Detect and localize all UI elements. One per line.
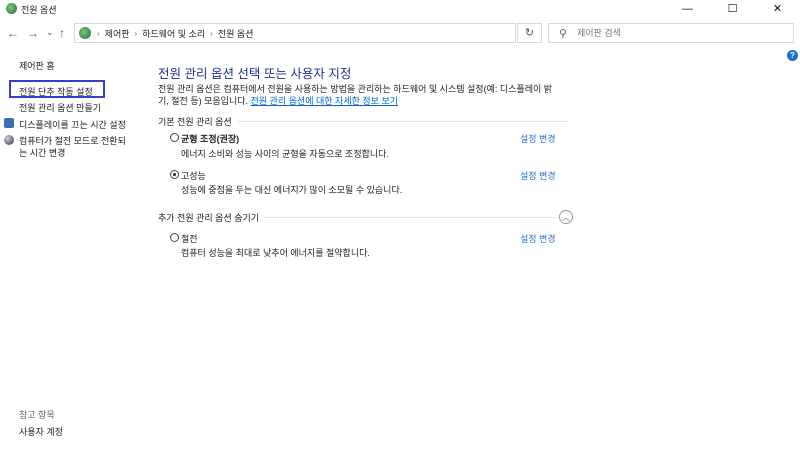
chevron-up-icon[interactable]: ︿: [559, 210, 573, 224]
group-label: 추가 전원 관리 옵션 숨기기: [158, 213, 260, 223]
chevron-right-icon: ›: [210, 28, 213, 38]
recent-locations-button[interactable]: ⌄: [46, 27, 54, 38]
basic-plans-header: 기본 전원 관리 옵션: [158, 115, 568, 128]
more-info-link[interactable]: 전원 관리 옵션에 대한 자세한 정보 보기: [251, 96, 398, 106]
chevron-right-icon: ›: [134, 28, 138, 38]
group-label: 기본 전원 관리 옵션: [158, 117, 232, 127]
radio-power-saver[interactable]: [170, 233, 179, 242]
sleep-moon-icon: [4, 135, 14, 145]
chevron-right-icon: ›: [97, 28, 100, 38]
plan-balanced-desc: 에너지 소비와 성능 사이의 균형을 자동으로 조정합니다.: [181, 149, 389, 159]
power-options-icon: [6, 3, 17, 14]
breadcrumb-hardware-sound[interactable]: 하드웨어 및 소리: [142, 27, 205, 40]
sidebar-power-button-settings[interactable]: 전원 단추 작동 설정: [19, 85, 93, 98]
close-button[interactable]: ✕: [755, 0, 800, 18]
sidebar-create-power-plan[interactable]: 전원 관리 옵션 만들기: [19, 101, 101, 114]
user-accounts-link[interactable]: 사용자 계정: [19, 425, 63, 438]
radio-balanced[interactable]: [170, 133, 179, 142]
extra-plans-header[interactable]: 추가 전원 관리 옵션 숨기기: [158, 211, 556, 224]
forward-button[interactable]: →: [27, 26, 39, 40]
page-description: 전원 관리 옵션은 컴퓨터에서 전원을 사용하는 방법을 관리하는 하드웨어 및…: [158, 83, 578, 107]
refresh-button[interactable]: ↻: [517, 23, 542, 43]
change-settings-power-saver[interactable]: 설정 변경: [520, 232, 556, 245]
description-text: 전원 관리 옵션은 컴퓨터에서 전원을 사용하는 방법을 관리하는 하드웨어 및…: [158, 84, 553, 94]
description-text-2: 기, 절전 등) 모음입니다.: [158, 96, 251, 106]
window-title: 전원 옵션: [21, 5, 57, 15]
display-icon: [4, 118, 14, 128]
radio-high-performance[interactable]: [170, 170, 179, 179]
minimize-button[interactable]: —: [665, 0, 710, 18]
plan-power-saver-desc: 컴퓨터 성능을 최대로 낮추어 에너지를 절약합니다.: [181, 248, 370, 258]
see-also-label: 참고 항목: [19, 410, 55, 420]
page-title: 전원 관리 옵션 선택 또는 사용자 지정: [158, 67, 352, 81]
search-input[interactable]: ⚲ 제어판 검색: [548, 23, 794, 43]
title-bar: 전원 옵션 — ☐ ✕: [0, 0, 800, 18]
help-icon[interactable]: ?: [787, 50, 798, 61]
navigation-bar: ← → ⌄ ↑ › 제어판 › 하드웨어 및 소리 › 전원 옵션 ↻ ⚲ 제어…: [0, 22, 800, 44]
back-button[interactable]: ←: [7, 26, 19, 40]
plan-balanced-name[interactable]: 균형 조정(권장): [181, 132, 239, 145]
search-icon: ⚲: [559, 28, 568, 40]
change-settings-high-performance[interactable]: 설정 변경: [520, 169, 556, 182]
sidebar-sleep-time-line2[interactable]: 는 시간 변경: [19, 146, 65, 159]
plan-high-performance-desc: 성능에 중점을 두는 대신 에너지가 많이 소모될 수 있습니다.: [181, 185, 403, 195]
plan-high-performance-name[interactable]: 고성능: [181, 169, 206, 182]
plan-power-saver-name[interactable]: 절전: [181, 232, 198, 245]
sidebar-control-panel-home[interactable]: 제어판 홈: [19, 59, 55, 72]
search-placeholder: 제어판 검색: [577, 28, 621, 38]
breadcrumb-control-panel[interactable]: 제어판: [105, 27, 130, 40]
breadcrumb-power-options[interactable]: 전원 옵션: [218, 27, 254, 40]
up-button[interactable]: ↑: [59, 26, 65, 40]
control-panel-icon: [79, 27, 91, 39]
maximize-button[interactable]: ☐: [710, 0, 755, 18]
sidebar-display-off-time[interactable]: 디스플레이를 끄는 시간 설정: [19, 118, 126, 131]
address-bar[interactable]: › 제어판 › 하드웨어 및 소리 › 전원 옵션: [74, 23, 516, 43]
change-settings-balanced[interactable]: 설정 변경: [520, 132, 556, 145]
